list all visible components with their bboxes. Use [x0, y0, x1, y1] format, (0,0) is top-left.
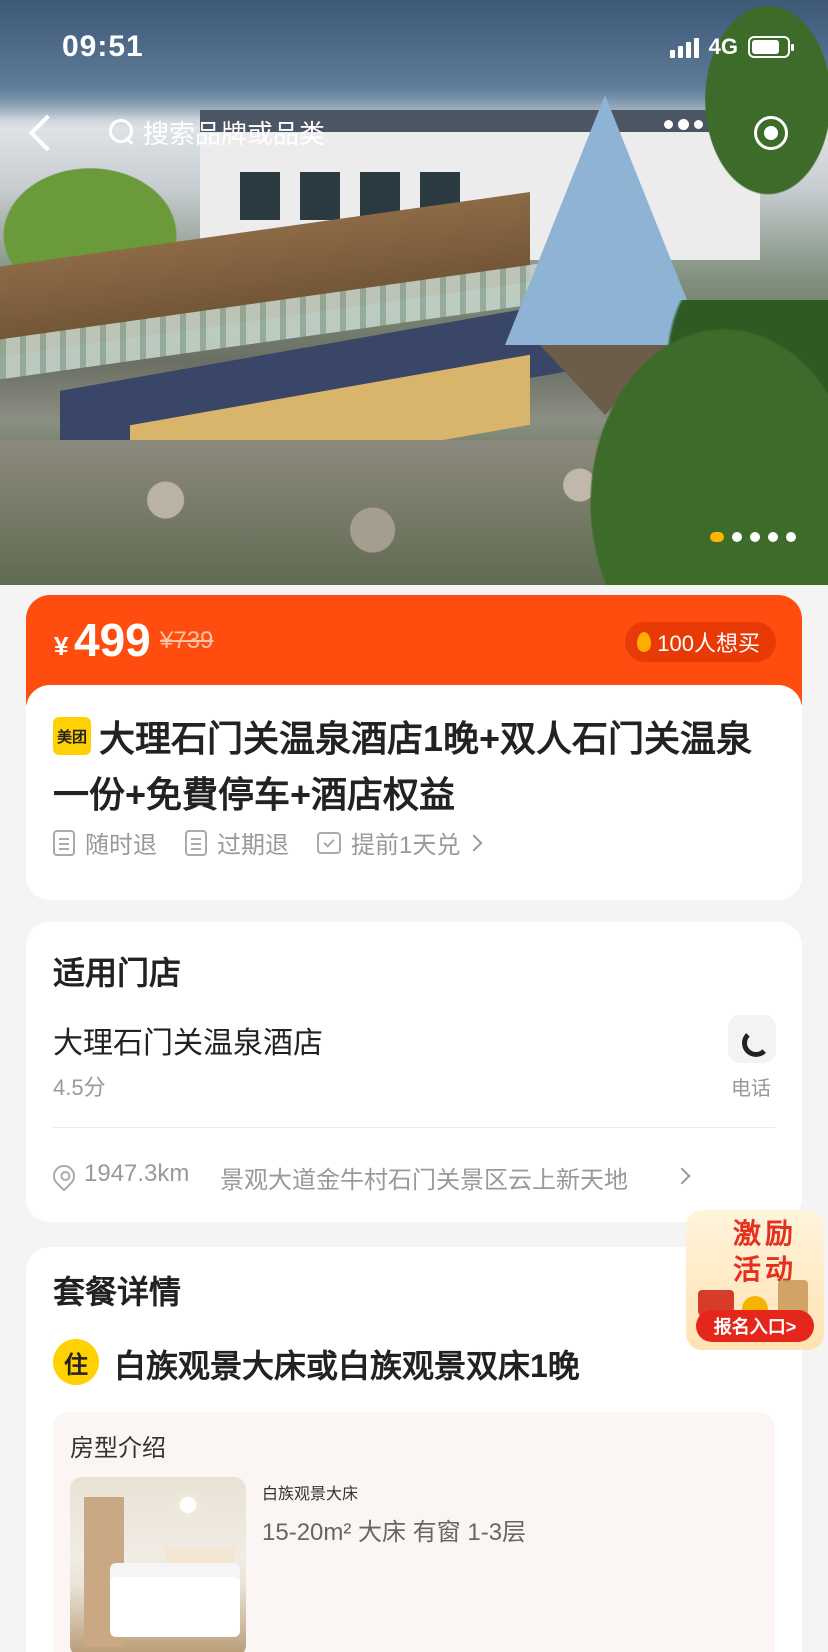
promo-title: 激励活动: [732, 1218, 797, 1285]
hero-image-carousel[interactable]: [0, 0, 828, 585]
document-icon: [185, 829, 207, 856]
document-icon: [53, 829, 75, 856]
store-address[interactable]: 景观大道金牛村石门关景区云上新天地: [220, 1160, 628, 1195]
store-section-title: 适用门店: [53, 955, 182, 991]
original-price: ¥739: [160, 627, 214, 654]
room-headboard: [165, 1547, 235, 1577]
carousel-dot-active: [710, 532, 724, 542]
room-spec: 15-20m² 大床 有窗 1-3层: [262, 1519, 527, 1546]
battery-icon: [748, 36, 794, 58]
room-type: 白族观景大床: [262, 1486, 359, 1503]
tag-refund-anytime: 随时退: [53, 825, 157, 860]
deal-title: 大理石门关温泉酒店1晚+双人石门关温泉一份+免費停车+酒店权益: [53, 718, 753, 815]
search-placeholder: 搜索品牌或品类: [143, 118, 326, 149]
promo-signup-button[interactable]: 报名入口>: [696, 1310, 814, 1342]
page: 09:51 4G 搜索品牌或品类 ¥ 499 ¥739 100人想买 大理石门关…: [0, 0, 828, 1652]
hero-window: [240, 172, 280, 220]
stay-badge: 住: [53, 1339, 99, 1385]
target-icon[interactable]: [754, 116, 788, 150]
room-intro-title: 房型介绍: [70, 1435, 166, 1462]
hero-window: [300, 172, 340, 220]
currency-symbol: ¥: [54, 631, 69, 661]
tag-advance-booking: 提前1天兑: [317, 825, 483, 860]
fire-icon: [637, 632, 652, 652]
store-name[interactable]: 大理石门关温泉酒店: [53, 1018, 323, 1062]
status-time: 09:51: [62, 30, 144, 63]
meituan-badge: 美团: [53, 717, 91, 755]
store-distance: 1947.3km: [84, 1160, 190, 1187]
want-count-badge: 100人想买: [625, 622, 776, 662]
tag-label: 随时退: [85, 832, 157, 859]
promo-floating-banner[interactable]: 激励活动 报名入口>: [686, 1210, 824, 1350]
hero-grass: [568, 300, 828, 585]
tag-label: 过期退: [217, 832, 289, 859]
phone-label: 电话: [731, 1078, 771, 1100]
carousel-dot: [732, 532, 742, 542]
tag-refund-expired: 过期退: [185, 825, 289, 860]
phone-icon: [742, 1029, 762, 1049]
current-price: 499: [74, 614, 151, 666]
store-card: 适用门店 大理石门关温泉酒店 4.5分 电话 1947.3km 景观大道金牛村石…: [26, 922, 802, 1222]
package-name: 白族观景大床或白族观景双床1晚: [114, 1348, 580, 1384]
deal-tags[interactable]: 随时退 过期退 提前1天兑: [53, 825, 483, 860]
package-section-title: 套餐详情: [53, 1274, 182, 1310]
carousel-dot: [768, 532, 778, 542]
search-bar[interactable]: 搜索品牌或品类: [95, 104, 515, 160]
signal-icon: [669, 36, 699, 58]
hero-tree: [688, 0, 828, 220]
back-button[interactable]: [22, 110, 62, 154]
carousel-dot: [786, 532, 796, 542]
chevron-right-icon: [465, 834, 483, 851]
chevron-right-icon[interactable]: [673, 1167, 691, 1185]
deal-card: 大理石门关温泉酒店1晚+双人石门关温泉一份+免費停车+酒店权益 美团 随时退 过…: [26, 685, 802, 900]
status-icons: 4G: [669, 34, 794, 60]
carousel-indicator: [710, 532, 796, 542]
search-icon: [109, 119, 135, 145]
carousel-dot: [750, 532, 760, 542]
room-lamp: [180, 1497, 196, 1513]
network-type: 4G: [708, 34, 738, 59]
battery-level: [752, 40, 780, 54]
room-intro-box[interactable]: 房型介绍 白族观景大床 15-20m² 大床 有窗 1-3层: [53, 1412, 775, 1652]
divider: [53, 1127, 775, 1128]
location-pin-icon: [48, 1160, 80, 1192]
store-score: 4.5分: [53, 1075, 106, 1100]
tag-label: 提前1天兑: [351, 832, 461, 859]
room-photo[interactable]: [70, 1477, 246, 1652]
phone-button[interactable]: [728, 1015, 776, 1063]
more-icon[interactable]: [664, 119, 703, 130]
calendar-check-icon: [317, 831, 341, 854]
room-bed: [110, 1577, 240, 1637]
want-count: 100人想买: [657, 631, 760, 656]
